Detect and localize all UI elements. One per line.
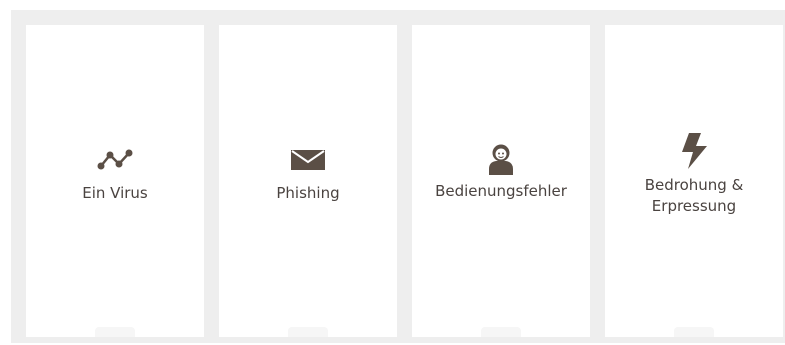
card-bedrohung-erpressung[interactable]: Bedrohung & Erpressung	[605, 25, 783, 337]
card-bedienungsfehler[interactable]: Bedienungsfehler	[412, 25, 590, 337]
envelope-icon	[219, 150, 397, 170]
card-ein-virus[interactable]: Ein Virus	[26, 25, 204, 337]
line-chart-icon	[26, 148, 204, 170]
card-footer-mark	[288, 327, 328, 337]
card-phishing[interactable]: Phishing	[219, 25, 397, 337]
lightning-bolt-icon	[605, 133, 783, 169]
card-label: Phishing	[276, 184, 340, 202]
user-icon	[412, 143, 590, 175]
card-label: Bedrohung & Erpressung	[644, 176, 744, 215]
card-footer-mark	[674, 327, 714, 337]
card-label: Bedienungsfehler	[435, 182, 567, 200]
card-footer-mark	[481, 327, 521, 337]
card-label: Ein Virus	[82, 184, 148, 202]
card-footer-mark	[95, 327, 135, 337]
